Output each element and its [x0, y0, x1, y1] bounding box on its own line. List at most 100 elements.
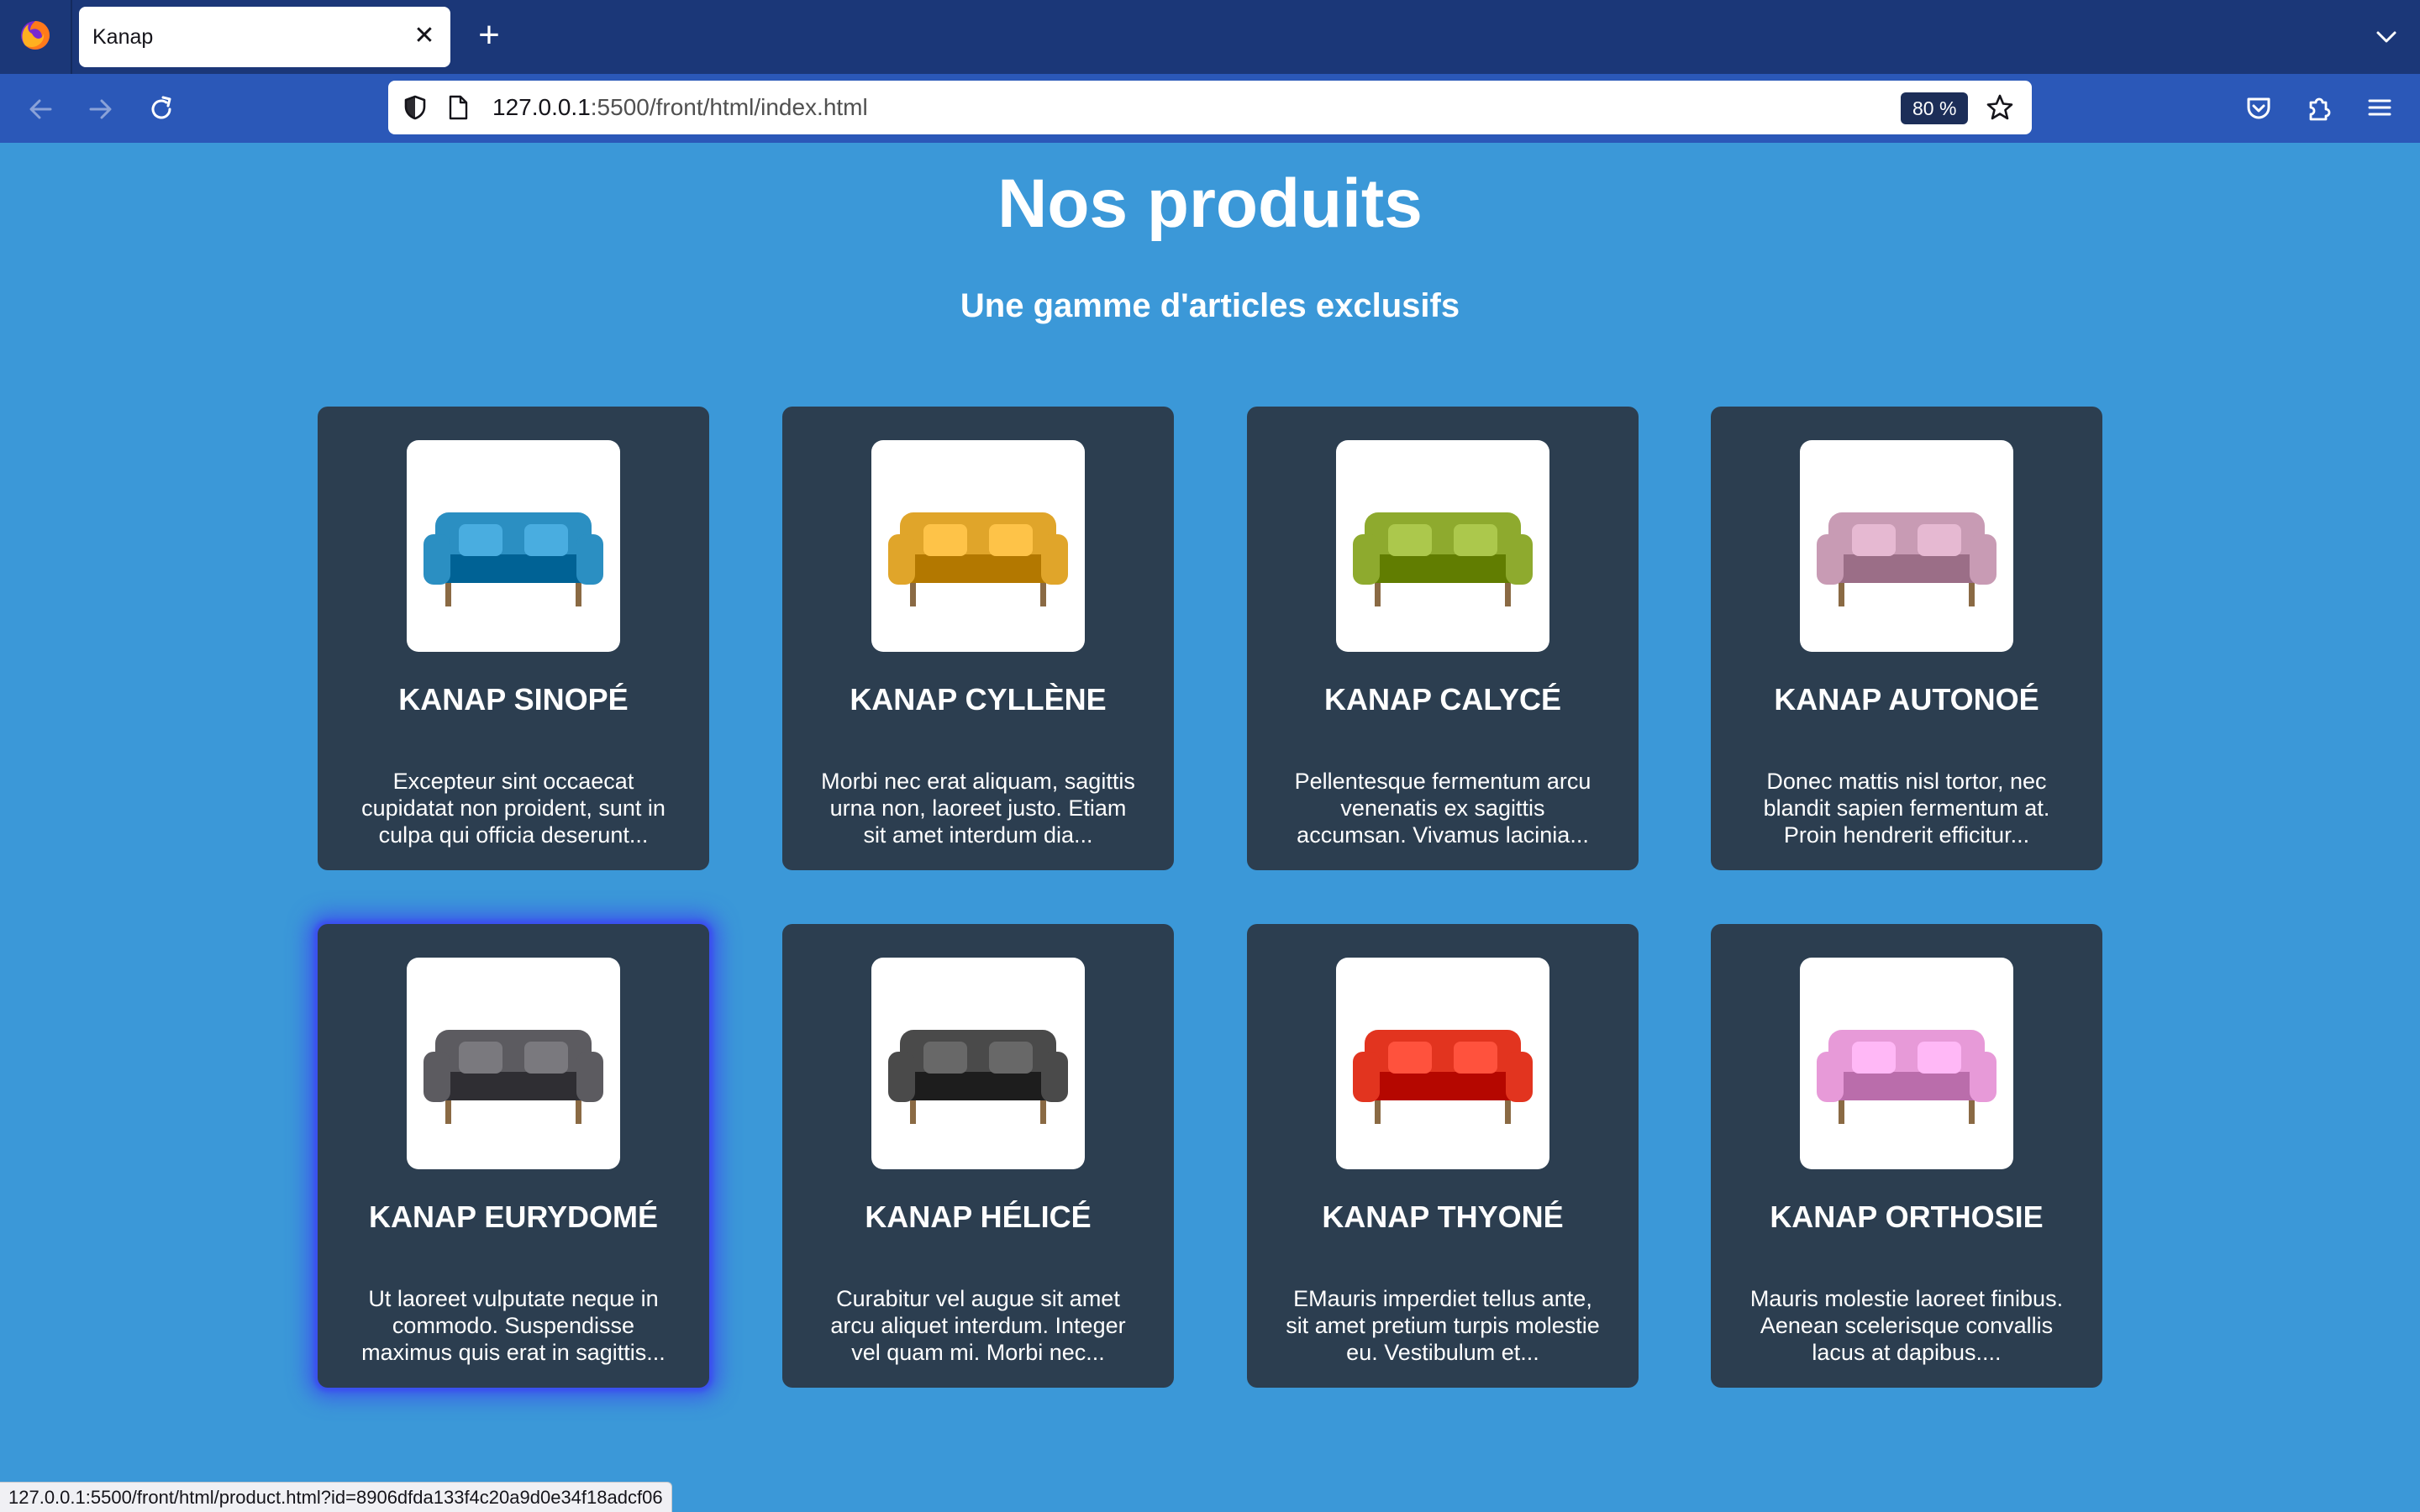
page-subtitle: Une gamme d'articles exclusifs — [960, 287, 1460, 324]
product-image — [1800, 440, 2013, 652]
product-description: EMauris imperdiet tellus ante, sit amet … — [1286, 1286, 1600, 1365]
sofa-leg — [1839, 583, 1844, 606]
sofa-arm — [424, 534, 450, 585]
product-card[interactable]: KANAP SINOPÉ Excepteur sint occaecat cup… — [318, 407, 709, 870]
sofa-arm — [1041, 534, 1068, 585]
product-image — [871, 958, 1085, 1169]
url-host: 127.0.0.1 — [492, 94, 591, 120]
navigation-toolbar: 127.0.0.1:5500/front/html/index.html 80 … — [0, 74, 2420, 143]
sofa-icon — [1817, 1030, 1996, 1124]
product-description: Pellentesque fermentum arcu venenatis ex… — [1294, 769, 1591, 848]
sofa-icon — [1353, 512, 1533, 606]
hamburger-menu-icon[interactable] — [2363, 91, 2396, 124]
zoom-level-badge[interactable]: 80 % — [1901, 92, 1969, 124]
product-card[interactable]: KANAP ORTHOSIE Mauris molestie laoreet f… — [1711, 924, 2102, 1388]
sofa-arm — [888, 1052, 915, 1102]
sofa-seat — [1830, 1072, 1983, 1100]
tab-close-icon[interactable]: ✕ — [410, 22, 439, 50]
product-description: Ut laoreet vulputate neque in commodo. S… — [361, 1286, 666, 1365]
sofa-icon — [1817, 512, 1996, 606]
sofa-cushion — [989, 524, 1033, 556]
product-card[interactable]: KANAP CYLLÈNE Morbi nec erat aliquam, sa… — [782, 407, 1174, 870]
page-title: Nos produits — [997, 165, 1423, 242]
sofa-arm — [1506, 534, 1533, 585]
product-name: KANAP THYONÉ — [1322, 1200, 1564, 1234]
sofa-cushion — [1454, 524, 1497, 556]
forward-arrow-icon[interactable] — [82, 91, 119, 128]
pocket-icon[interactable] — [2242, 91, 2275, 124]
sofa-arm — [1041, 1052, 1068, 1102]
back-arrow-icon[interactable] — [22, 91, 59, 128]
sofa-arm — [1353, 1052, 1380, 1102]
tab-bar: Kanap ✕ + — [0, 0, 2420, 74]
sofa-leg — [1375, 1100, 1381, 1124]
product-card[interactable]: KANAP CALYCÉ Pellentesque fermentum arcu… — [1247, 407, 1639, 870]
sofa-leg — [576, 1100, 581, 1124]
address-bar[interactable]: 127.0.0.1:5500/front/html/index.html 80 … — [388, 81, 2032, 134]
bookmark-star-icon[interactable] — [1985, 92, 2015, 123]
sofa-seat — [1366, 1072, 1519, 1100]
sofa-leg — [910, 1100, 916, 1124]
product-image — [407, 958, 620, 1169]
sofa-cushion — [1918, 1042, 1961, 1074]
product-image — [1336, 440, 1549, 652]
sofa-arm — [1970, 1052, 1996, 1102]
browser-tab-active[interactable]: Kanap ✕ — [79, 7, 450, 67]
product-name: KANAP SINOPÉ — [398, 682, 629, 717]
sofa-arm — [1970, 534, 1996, 585]
sofa-icon — [424, 1030, 603, 1124]
sofa-leg — [1505, 1100, 1511, 1124]
sofa-seat — [902, 554, 1055, 583]
product-image — [1336, 958, 1549, 1169]
sofa-arm — [1353, 534, 1380, 585]
shield-icon[interactable] — [402, 94, 429, 121]
sofa-cushion — [1852, 524, 1896, 556]
sofa-cushion — [1918, 524, 1961, 556]
sofa-cushion — [1388, 1042, 1432, 1074]
sofa-icon — [888, 512, 1068, 606]
new-tab-icon[interactable]: + — [471, 17, 508, 55]
sofa-cushion — [923, 524, 967, 556]
product-card[interactable]: KANAP AUTONOÉ Donec mattis nisl tortor, … — [1711, 407, 2102, 870]
sofa-cushion — [989, 1042, 1033, 1074]
sofa-leg — [1040, 1100, 1046, 1124]
sofa-arm — [1506, 1052, 1533, 1102]
sofa-icon — [888, 1030, 1068, 1124]
sofa-leg — [445, 1100, 451, 1124]
sofa-leg — [1375, 583, 1381, 606]
sofa-arm — [1817, 534, 1844, 585]
sofa-icon — [1353, 1030, 1533, 1124]
product-card[interactable]: KANAP HÉLICÉ Curabitur vel augue sit ame… — [782, 924, 1174, 1388]
page-icon[interactable] — [445, 94, 471, 121]
sofa-arm — [1817, 1052, 1844, 1102]
sofa-seat — [902, 1072, 1055, 1100]
sofa-cushion — [524, 1042, 568, 1074]
sofa-leg — [1839, 1100, 1844, 1124]
extensions-icon[interactable] — [2302, 91, 2336, 124]
sofa-leg — [1969, 583, 1975, 606]
product-name: KANAP CALYCÉ — [1323, 682, 1562, 717]
url-text[interactable]: 127.0.0.1:5500/front/html/index.html — [492, 94, 868, 121]
product-description: Curabitur vel augue sit amet arcu alique… — [830, 1286, 1126, 1365]
product-image — [871, 440, 1085, 652]
sofa-cushion — [459, 524, 502, 556]
chevron-down-icon[interactable] — [2371, 22, 2402, 52]
product-description: Mauris molestie laoreet finibus. Aenean … — [1749, 1286, 2064, 1365]
sofa-leg — [1505, 583, 1511, 606]
sofa-icon — [424, 512, 603, 606]
firefox-icon[interactable] — [18, 18, 52, 52]
tab-separator — [71, 0, 72, 74]
sofa-seat — [1366, 554, 1519, 583]
product-image — [1800, 958, 2013, 1169]
product-card[interactable]: KANAP THYONÉ EMauris imperdiet tellus an… — [1247, 924, 1639, 1388]
product-card[interactable]: KANAP EURYDOMÉ Ut laoreet vulputate nequ… — [318, 924, 709, 1388]
reload-icon[interactable] — [143, 91, 180, 128]
url-path: :5500/front/html/index.html — [590, 94, 868, 120]
product-name: KANAP HÉLICÉ — [865, 1200, 1092, 1234]
sofa-seat — [437, 554, 590, 583]
product-description: Excepteur sint occaecat cupidatat non pr… — [361, 769, 666, 848]
product-grid: KANAP SINOPÉ Excepteur sint occaecat cup… — [318, 407, 2102, 1388]
sofa-leg — [445, 583, 451, 606]
sofa-cushion — [1454, 1042, 1497, 1074]
sofa-cushion — [459, 1042, 502, 1074]
